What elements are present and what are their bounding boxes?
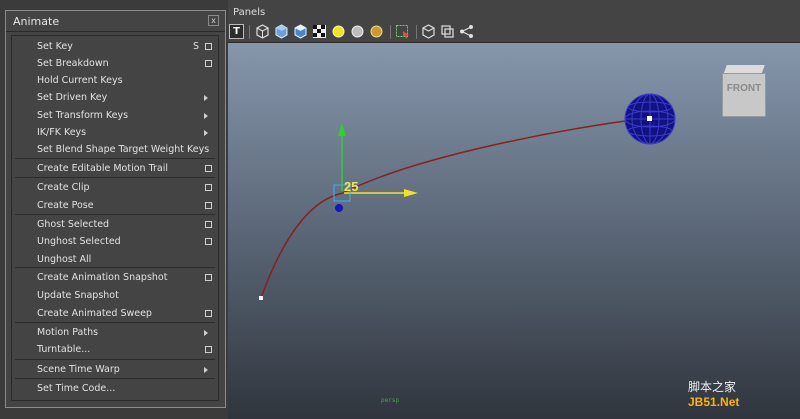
option-box-icon[interactable] (205, 202, 212, 209)
manip-x-arrow (404, 189, 418, 197)
xray-icon[interactable] (440, 24, 455, 39)
menu-item-create-animation-snapshot[interactable]: Create Animation Snapshot (12, 270, 218, 287)
motion-trail-curve (260, 117, 649, 299)
menu-item-label: Set Transform Keys (37, 110, 129, 121)
menu-item-label: Set Key (37, 41, 73, 52)
option-box-icon[interactable] (205, 221, 212, 228)
panel-toolbar: T (228, 22, 800, 43)
menu-item-set-driven-key[interactable]: Set Driven Key (12, 90, 218, 107)
menu-item-unghost-selected[interactable]: Unghost Selected (12, 234, 218, 251)
menu-item-label: Scene Time Warp (37, 364, 120, 375)
camera-label: persp (381, 397, 400, 404)
menu-divider (15, 378, 215, 379)
submenu-arrow-icon (204, 95, 208, 101)
menu-divider (15, 158, 215, 159)
option-box-icon[interactable] (205, 310, 212, 317)
option-box-icon[interactable] (205, 274, 212, 281)
menu-item-ghost-selected[interactable]: Ghost Selected (12, 217, 218, 234)
menu-item-hold-current-keys[interactable]: Hold Current Keys (12, 73, 218, 90)
sphere-pivot (647, 116, 652, 121)
menu-item-label: Create Editable Motion Trail (37, 163, 168, 174)
frame-number-label: 25 (344, 179, 359, 194)
option-box-icon[interactable] (205, 346, 212, 353)
menu-title: Animate (13, 15, 60, 28)
light-yellow-icon[interactable] (331, 24, 346, 39)
menu-divider (15, 359, 215, 360)
menu-item-label: IK/FK Keys (37, 127, 87, 138)
menu-item-label: Set Breakdown (37, 58, 109, 69)
menu-item-turntable[interactable]: Turntable... (12, 342, 218, 359)
menu-item-label: Create Clip (37, 182, 90, 193)
close-button[interactable]: x (208, 15, 219, 26)
view-cube[interactable]: FRONT (722, 65, 770, 117)
option-box-icon[interactable] (205, 43, 212, 50)
submenu-arrow-icon (204, 130, 208, 136)
menu-item-set-time-code[interactable]: Set Time Code... (12, 381, 218, 398)
menu-item-motion-paths[interactable]: Motion Paths (12, 325, 218, 342)
menu-item-set-blend-shape-target-weight-keys[interactable]: Set Blend Shape Target Weight Keys (12, 142, 218, 159)
menu-item-set-key[interactable]: Set Key S (12, 39, 218, 56)
option-box-icon[interactable] (205, 165, 212, 172)
menu-item-label: Unghost Selected (37, 236, 121, 247)
checker-icon[interactable] (312, 24, 327, 39)
submenu-arrow-icon (204, 113, 208, 119)
scene-drawing (259, 93, 676, 300)
share-icon[interactable] (459, 24, 474, 39)
menu-item-label: Unghost All (37, 254, 92, 265)
menu-item-label: Create Pose (37, 200, 94, 211)
menu-item-label: Create Animated Sweep (37, 308, 152, 319)
menu-item-label: Motion Paths (37, 327, 99, 338)
menu-item-update-snapshot[interactable]: Update Snapshot (12, 288, 218, 305)
menu-item-set-breakdown[interactable]: Set Breakdown (12, 56, 218, 73)
panels-menu[interactable]: Panels (233, 7, 265, 18)
panel-menubar: Panels (228, 0, 800, 22)
trail-start-key (259, 296, 263, 300)
menu-item-create-clip[interactable]: Create Clip (12, 180, 218, 197)
text-icon[interactable]: T (229, 24, 244, 39)
menu-divider (15, 177, 215, 178)
menu-title-bar[interactable]: Animate x (6, 11, 225, 32)
menu-item-list: Set Key S Set Breakdown Hold Current Keys Se… (11, 35, 219, 401)
isolate-icon[interactable] (421, 24, 436, 39)
menu-item-create-pose[interactable]: Create Pose (12, 198, 218, 215)
menu-item-label: Set Time Code... (37, 383, 116, 394)
menu-item-label: Set Driven Key (37, 92, 108, 103)
watermark: 脚本之家 JB51.Net (688, 378, 739, 409)
manip-z-handle (335, 204, 343, 212)
3d-viewport[interactable]: 25 FRONT persp (228, 43, 800, 419)
menu-item-label: Hold Current Keys (37, 75, 123, 86)
menu-item-set-transform-keys[interactable]: Set Transform Keys (12, 108, 218, 125)
wireframe-cube-icon[interactable] (255, 24, 270, 39)
manip-y-arrow (338, 123, 346, 136)
textured-cube-icon[interactable] (293, 24, 308, 39)
select-region-icon[interactable] (395, 24, 410, 39)
menu-item-label: Turntable... (37, 344, 91, 355)
light-gold-icon[interactable] (369, 24, 384, 39)
option-box-icon[interactable] (205, 238, 212, 245)
menu-item-label: Set Blend Shape Target Weight Keys (37, 144, 210, 155)
option-box-icon[interactable] (205, 184, 212, 191)
watermark-line2: JB51.Net (688, 395, 740, 409)
menu-item-scene-time-warp[interactable]: Scene Time Warp (12, 362, 218, 379)
light-gray-icon[interactable] (350, 24, 365, 39)
menu-divider (15, 214, 215, 215)
menu-item-ik-fk-keys[interactable]: IK/FK Keys (12, 125, 218, 142)
menu-item-label: Update Snapshot (37, 290, 119, 301)
menu-item-create-animated-sweep[interactable]: Create Animated Sweep (12, 306, 218, 323)
menu-item-shortcut: S (193, 41, 200, 52)
watermark-line1: 脚本之家 (688, 380, 737, 394)
submenu-arrow-icon (204, 330, 208, 336)
animate-menu-window: Animate x Set Key S Set Breakdown Hold Curr… (5, 10, 226, 408)
menu-item-create-editable-motion-trail[interactable]: Create Editable Motion Trail (12, 161, 218, 178)
menu-divider (15, 267, 215, 268)
view-cube-front-label: FRONT (722, 73, 766, 117)
viewport-panel: Panels T 25 FRONT persp (228, 0, 800, 419)
shaded-cube-icon[interactable] (274, 24, 289, 39)
option-box-icon[interactable] (205, 60, 212, 67)
menu-item-label: Ghost Selected (37, 219, 110, 230)
menu-divider (15, 322, 215, 323)
menu-item-label: Create Animation Snapshot (37, 272, 168, 283)
submenu-arrow-icon (204, 367, 208, 373)
